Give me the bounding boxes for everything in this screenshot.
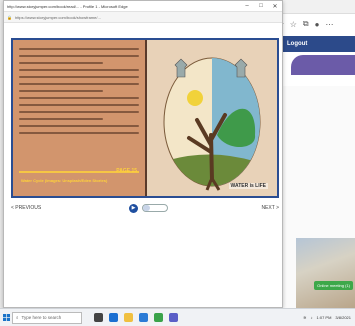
book-page-left: PAGE 15 Water Cycle (Images: Unsplash/Ed… bbox=[13, 40, 145, 196]
wifi-icon[interactable]: ≋ bbox=[303, 315, 306, 320]
profile-icon[interactable]: ● bbox=[315, 20, 320, 29]
text-line bbox=[19, 111, 139, 113]
background-content: Online meeting (1) bbox=[271, 86, 355, 308]
popup-url: https://www.storyjumper.com/book/showfra… bbox=[14, 14, 101, 20]
text-line bbox=[19, 125, 139, 127]
taskbar-apps bbox=[94, 313, 178, 322]
text-line bbox=[19, 132, 139, 134]
book-viewer[interactable]: PAGE 15 Water Cycle (Images: Unsplash/Ed… bbox=[11, 38, 279, 198]
teams-icon[interactable] bbox=[154, 313, 163, 322]
app-icon[interactable] bbox=[169, 313, 178, 322]
text-line bbox=[19, 62, 103, 64]
volume-icon[interactable]: ♪ bbox=[311, 315, 313, 320]
lock-icon: 🔒 bbox=[7, 14, 12, 20]
page-caption: Water Cycle (Images: Unsplash/Eden Stori… bbox=[21, 178, 108, 183]
start-button[interactable] bbox=[0, 314, 12, 321]
maximize-button[interactable]: □ bbox=[254, 3, 268, 10]
progress-slider[interactable] bbox=[142, 204, 168, 212]
book-popup-window: http://www.storyjumper.com/book/read/...… bbox=[3, 0, 283, 308]
text-line bbox=[19, 48, 139, 50]
text-line bbox=[19, 83, 139, 85]
collections-icon[interactable]: ⧉ bbox=[303, 19, 309, 29]
progress-fill bbox=[143, 205, 151, 211]
play-icon: ▶ bbox=[131, 205, 136, 211]
text-line bbox=[19, 76, 139, 78]
background-titlebar bbox=[271, 0, 355, 14]
search-icon: ⌕ bbox=[16, 315, 19, 320]
window-controls: – □ ✕ bbox=[240, 3, 282, 10]
text-line bbox=[19, 90, 103, 92]
cortana-icon[interactable] bbox=[94, 313, 103, 322]
system-tray: ≋ ♪ 1:07 PM 3/8/2021 bbox=[303, 315, 355, 320]
text-line bbox=[19, 118, 103, 120]
popup-titlebar: http://www.storyjumper.com/book/read/...… bbox=[4, 1, 282, 12]
viewer-controls: < PREVIOUS ▶ NEXT > bbox=[11, 201, 279, 215]
windows-taskbar: ⌕ Type here to search ≋ ♪ 1:07 PM 3/8/20… bbox=[0, 308, 355, 326]
popup-title: http://www.storyjumper.com/book/read/...… bbox=[7, 3, 128, 9]
water-is-life-label: WATER is LIFE bbox=[228, 183, 268, 189]
book-page-right: WATER is LIFE bbox=[147, 40, 277, 196]
background-photo bbox=[296, 238, 355, 308]
clock-date[interactable]: 3/8/2021 bbox=[335, 315, 351, 320]
edge-icon[interactable] bbox=[109, 313, 118, 322]
minimize-button[interactable]: – bbox=[240, 3, 254, 10]
file-explorer-icon[interactable] bbox=[124, 313, 133, 322]
more-icon[interactable]: ⋯ bbox=[325, 20, 333, 29]
clock-time[interactable]: 1:07 PM bbox=[317, 315, 332, 320]
close-button[interactable]: ✕ bbox=[268, 3, 282, 10]
play-button[interactable]: ▶ bbox=[129, 203, 138, 213]
background-toolbar: ⟳ ☆ ⧉ ● ⋯ bbox=[271, 14, 355, 34]
taskbar-search[interactable]: ⌕ Type here to search bbox=[12, 311, 82, 324]
text-line bbox=[19, 55, 139, 57]
text-line bbox=[19, 69, 139, 71]
windows-logo-icon bbox=[2, 314, 10, 321]
background-nav-bar: Logout bbox=[271, 36, 355, 52]
search-placeholder: Type here to search bbox=[21, 315, 62, 320]
text-line bbox=[19, 104, 139, 106]
favorite-icon[interactable]: ☆ bbox=[290, 20, 297, 29]
mail-icon[interactable] bbox=[139, 313, 148, 322]
text-line bbox=[19, 97, 139, 99]
page-number: PAGE 15 bbox=[116, 168, 137, 174]
next-button[interactable]: NEXT > bbox=[261, 205, 279, 211]
logout-link[interactable]: Logout bbox=[287, 41, 307, 47]
meeting-badge[interactable]: Online meeting (1) bbox=[314, 281, 353, 290]
previous-button[interactable]: < PREVIOUS bbox=[11, 205, 41, 211]
background-banner bbox=[291, 55, 355, 75]
tree-illustration bbox=[163, 57, 261, 191]
popup-address-bar[interactable]: 🔒 https://www.storyjumper.com/book/showf… bbox=[4, 12, 282, 23]
